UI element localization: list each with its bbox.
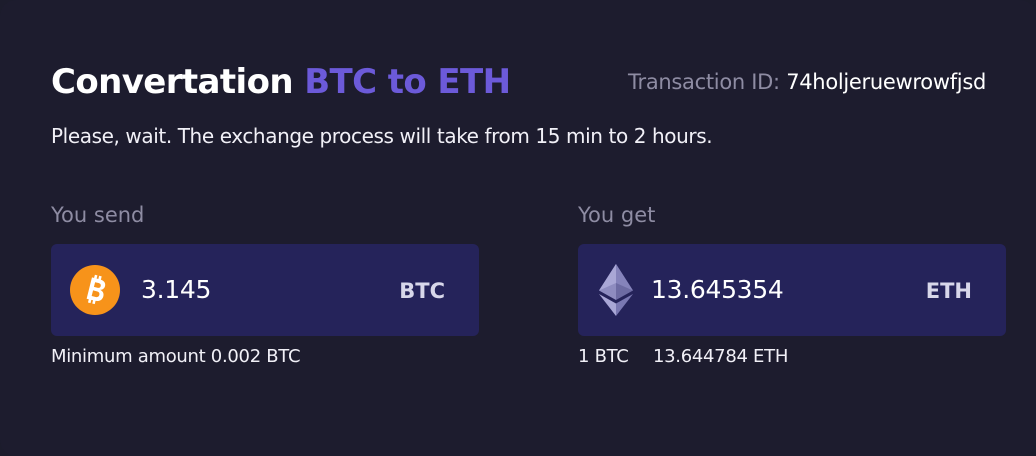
send-currency: BTC — [399, 279, 445, 303]
get-label: You get — [578, 203, 656, 227]
page-title: Convertation BTC to ETH — [51, 60, 511, 104]
transaction-id-label: Transaction ID: — [628, 70, 780, 94]
transaction-id-value[interactable]: 74holjeruewrowfjsd — [786, 70, 986, 94]
exchange-rate-to: 13.644784 ETH — [653, 346, 789, 367]
get-currency: ETH — [925, 279, 972, 303]
transaction-id: Transaction ID: 74holjeruewrowfjsd — [628, 68, 986, 96]
bitcoin-icon — [70, 265, 120, 319]
title-accent: BTC to ETH — [304, 62, 511, 102]
send-label: You send — [51, 203, 145, 227]
conversion-card: Convertation BTC to ETH Transaction ID: … — [0, 0, 1036, 456]
get-amount-value: 13.645354 — [651, 275, 784, 304]
status-message: Please, wait. The exchange process will … — [51, 124, 713, 148]
title-main: Convertation — [51, 62, 294, 102]
minimum-amount-note: Minimum amount 0.002 BTC — [51, 346, 301, 367]
ethereum-icon — [599, 264, 633, 320]
exchange-rate-from: 1 BTC — [578, 346, 629, 367]
send-amount-value[interactable]: 3.145 — [141, 274, 211, 306]
send-amount-field[interactable]: 3.145 BTC — [51, 244, 479, 336]
get-amount-field[interactable]: 13.645354 ETH — [578, 244, 1006, 336]
